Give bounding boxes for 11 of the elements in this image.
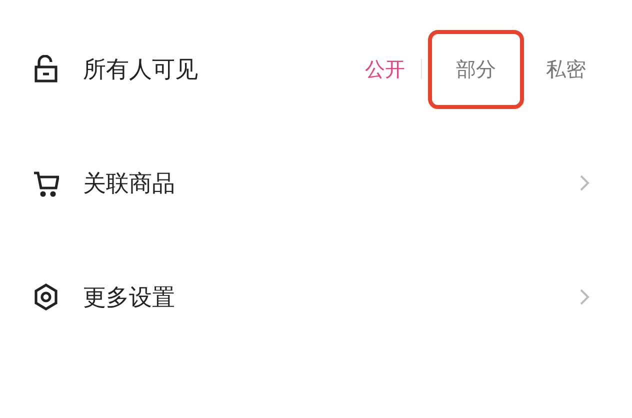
unlocked-padlock-icon xyxy=(33,55,59,83)
setting-label: 所有人可见 xyxy=(83,56,199,84)
visibility-option[interactable]: 公开 xyxy=(355,30,415,108)
visibility-option[interactable]: 部分 xyxy=(428,30,524,108)
visibility-option[interactable]: 私密 xyxy=(536,30,596,108)
settings-icon xyxy=(33,283,59,311)
setting-label: 更多设置 xyxy=(83,284,176,312)
chevron-right-icon[interactable] xyxy=(578,287,592,307)
setting-label: 关联商品 xyxy=(83,170,176,198)
cart-icon xyxy=(33,169,59,197)
chevron-right-icon[interactable] xyxy=(578,173,592,193)
